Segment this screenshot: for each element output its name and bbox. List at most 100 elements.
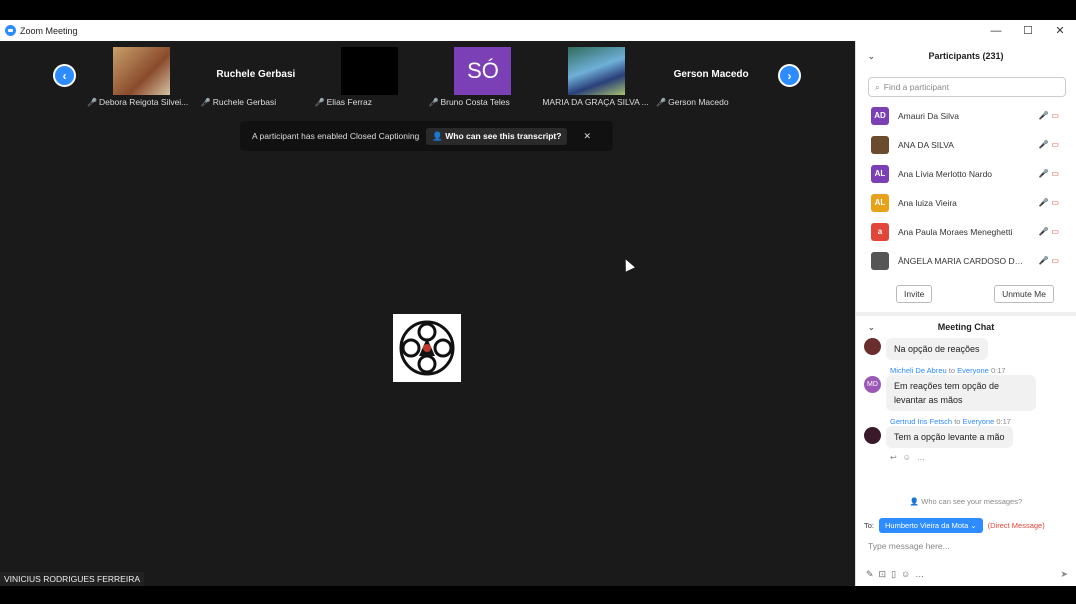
emblem-icon [399,320,455,376]
emoji-reaction-icon[interactable]: ☺ [903,453,917,462]
window-controls: — ☐ ✕ [980,20,1076,41]
tile-name-row: 🎤 Debora Reigota Silvei... [87,97,197,107]
participants-title: Participants (231) [928,51,1004,61]
message-time: 0:17 [990,366,1006,375]
tile-name: MARIA DA GRAÇA SILVA ... [542,97,649,107]
collapse-participants-icon[interactable]: ⌄ [868,52,875,61]
tile-name: Bruno Costa Teles [440,97,510,107]
who-can-see-transcript-button[interactable]: 👤 Who can see this transcript? [426,127,568,145]
collapse-chat-icon[interactable]: ⌄ [868,323,875,332]
more-options-icon[interactable]: … [915,569,929,579]
tile-big-name: Ruchele Gerbasi [216,69,296,80]
more-icon[interactable]: … [917,453,931,462]
sender-name: Gertrud Iris Fetsch [890,417,953,426]
muted-mic-icon: 🎤 [656,97,667,107]
emoji-icon[interactable]: ☺ [901,569,915,579]
muted-mic-video-off-icon: 🎤▭ [1038,198,1062,207]
muted-mic-video-off-icon: 🎤▭ [1038,256,1062,265]
participant-row[interactable]: ÂNGELA MARIA CARDOSO DE ... 🎤▭ [856,246,1076,275]
avatar: AL [871,164,889,183]
participants-header: ⌄ Participants (231) [856,41,1076,71]
format-icon[interactable]: ✎ [866,569,879,579]
chat-title: Meeting Chat [937,322,995,332]
video-tile[interactable]: 🎤 Elias Ferraz [312,45,427,107]
message-text: Tem a opção levante a mão [886,426,1013,448]
participant-row[interactable]: AL Ana luiza Vieira 🎤▭ [856,188,1076,217]
gallery-next-button[interactable]: › [778,64,801,87]
zoom-logo-icon [5,25,16,36]
to-word: to [948,366,956,375]
toast-text: A participant has enabled Closed Caption… [252,131,420,141]
sender-name: Micheli De Abreu [890,366,947,375]
message-actions: ↩☺… [890,453,1076,462]
participant-row[interactable]: AD Amauri Da Silva 🎤▭ [856,101,1076,130]
tile-name-row: 🎤 Gerson Macedo [656,97,766,107]
person-icon: 👤 [432,130,443,141]
screen: Zoom Meeting — ☐ ✕ ‹ 🎤 Debora Reigota Si… [0,0,1076,604]
participant-video [340,47,398,95]
toast-close-button[interactable]: ✕ [583,131,591,142]
reply-icon[interactable]: ↩ [890,453,903,462]
tile-name-row: 🎤 Elias Ferraz [315,97,425,107]
minimize-button[interactable]: — [980,20,1012,41]
chat-message: Micheli De Abreu to Everyone 0:17 MD Em … [856,366,1076,411]
sender-avatar [864,427,881,444]
to-label: To: [864,521,875,530]
tile-name: Elias Ferraz [326,97,372,107]
video-tile[interactable]: SÓ 🎤 Bruno Costa Teles [426,45,541,107]
send-icon[interactable]: ➤ [1060,569,1068,580]
avatar: a [871,222,889,241]
sender-avatar: MD [864,376,881,393]
participant-search-input[interactable]: ⌕ Find a participant [868,77,1066,97]
search-icon: ⌕ [875,81,880,92]
participant-row[interactable]: AL Ana Lívia Merlotto Nardo 🎤▭ [856,159,1076,188]
screenshot-icon[interactable]: ⊡ [879,569,892,579]
unmute-me-button[interactable]: Unmute Me [994,285,1054,303]
sender-avatar [864,338,881,355]
title-bar: Zoom Meeting — ☐ ✕ [0,20,1076,41]
mouse-cursor-icon [621,257,635,272]
participant-row[interactable]: ANA DA SILVA 🎤▭ [856,130,1076,159]
video-tile[interactable]: Gerson Macedo 🎤 Gerson Macedo [654,45,768,107]
avatar: AL [871,193,889,212]
participant-name: Ana Paula Moraes Meneghetti [898,226,1013,237]
maximize-button[interactable]: ☐ [1012,20,1044,41]
participant-row[interactable]: a Ana Paula Moraes Meneghetti 🎤▭ [856,217,1076,246]
video-tile[interactable]: 🎤 Debora Reigota Silvei... [85,45,199,107]
recipient-name: Everyone [957,366,989,375]
tile-name-row: 🎤 Bruno Costa Teles [428,97,538,107]
file-icon[interactable]: ▯ [891,569,901,579]
who-can-see-label: Who can see this transcript? [445,130,562,141]
message-text: Em reações tem opção de levantar as mãos [886,375,1036,411]
window-title: Zoom Meeting [20,25,78,36]
invite-button[interactable]: Invite [896,285,933,303]
video-tile[interactable]: Ruchele Gerbasi 🎤 Ruchele Gerbasi [198,45,313,107]
muted-mic-video-off-icon: 🎤▭ [1038,111,1062,120]
who-can-see-messages-link[interactable]: 👤 Who can see your messages? [856,497,1076,506]
chat-messages: Na opção de reações Micheli De Abreu to … [856,338,1076,493]
video-tile[interactable]: MARIA DA GRAÇA SILVA ... [540,45,655,107]
participant-actions: Invite Unmute Me [856,275,1076,303]
person-icon: 👤 [909,497,920,506]
message-time: 0:17 [996,417,1011,426]
chat-input[interactable]: Type message here... [868,541,1076,551]
recipient-name: Everyone [962,417,995,426]
participant-name: Amauri Da Silva [898,110,959,121]
avatar [871,251,889,270]
avatar [871,135,889,154]
avatar: AD [871,106,889,125]
to-word: to [954,417,961,426]
tile-name: Ruchele Gerbasi [212,97,277,107]
muted-mic-icon: 🎤 [314,97,325,107]
gallery-strip: 🎤 Debora Reigota Silvei... Ruchele Gerba… [85,45,768,107]
recipient-dropdown[interactable]: Humberto Vieira da Mota ⌄ [879,518,983,533]
video-area: ‹ 🎤 Debora Reigota Silvei... Ruchele Ger… [0,41,855,586]
chat-input-placeholder: Type message here... [868,541,950,551]
chat-toolbar: ✎⊡▯☺… [866,569,929,580]
close-window-button[interactable]: ✕ [1044,20,1076,41]
chat-header: ⌄ Meeting Chat [856,316,1076,338]
message-meta: Micheli De Abreu to Everyone 0:17 [890,366,1076,375]
participant-name: ANA DA SILVA [898,139,954,150]
tile-name-row: 🎤 Ruchele Gerbasi [201,97,311,107]
gallery-prev-button[interactable]: ‹ [53,64,76,87]
